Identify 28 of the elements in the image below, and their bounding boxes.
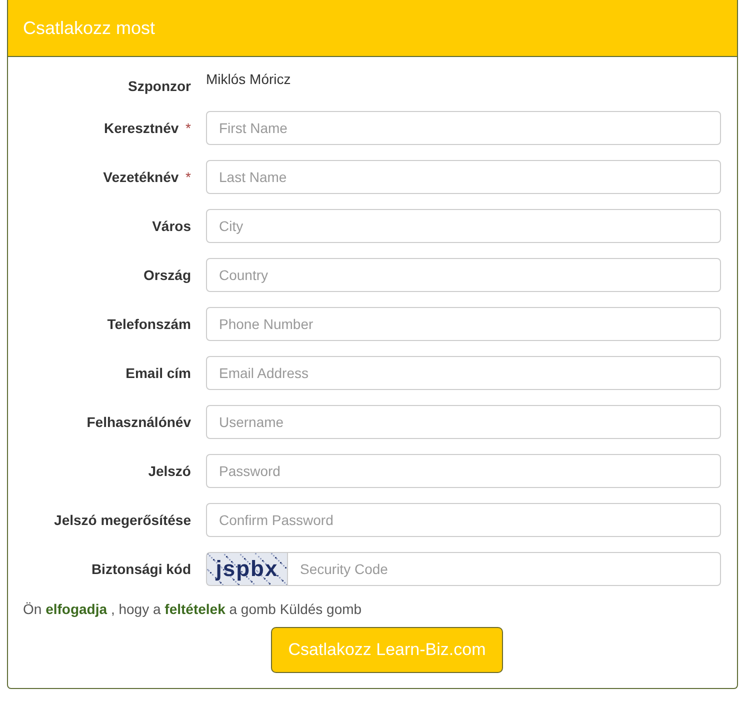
panel-title: Csatlakozz most [23, 18, 156, 38]
required-mark: * [186, 169, 191, 185]
input-field[interactable]: Security Code [287, 552, 721, 586]
sponsor-name: Miklós Móricz [206, 70, 291, 87]
field-label: Email cím [126, 365, 191, 381]
field-label: Jelszó [148, 463, 191, 479]
input-field[interactable]: Phone Number [206, 307, 721, 341]
input-field[interactable]: Username [206, 405, 721, 439]
terms-text: Ön elfogadja , hogy a feltételek a gomb Küldés gomb [23, 601, 363, 617]
input-field[interactable]: Password [206, 454, 721, 488]
input-field[interactable]: City [206, 209, 721, 243]
field-label: Jelszó megerősítése [54, 512, 191, 528]
field-label: Keresztnév [104, 120, 179, 136]
field-label: Telefonszám [107, 316, 191, 332]
field-label: Vezetéknév [103, 169, 179, 185]
required-mark: * [186, 120, 191, 136]
input-field[interactable]: Email Address [206, 356, 721, 390]
input-field[interactable]: First Name [206, 111, 721, 145]
input-field[interactable]: Country [206, 258, 721, 292]
terms-link[interactable]: elfogadja [46, 601, 108, 617]
input-field[interactable]: Confirm Password [206, 503, 721, 537]
field-label: Biztonsági kód [91, 561, 191, 577]
field-label: Szponzor [128, 78, 191, 94]
input-field[interactable]: Last Name [206, 160, 721, 194]
field-label: Város [152, 218, 191, 234]
field-label: Ország [144, 267, 191, 283]
terms-link[interactable]: feltételek [164, 601, 226, 617]
field-label: Felhasználónév [86, 414, 191, 430]
